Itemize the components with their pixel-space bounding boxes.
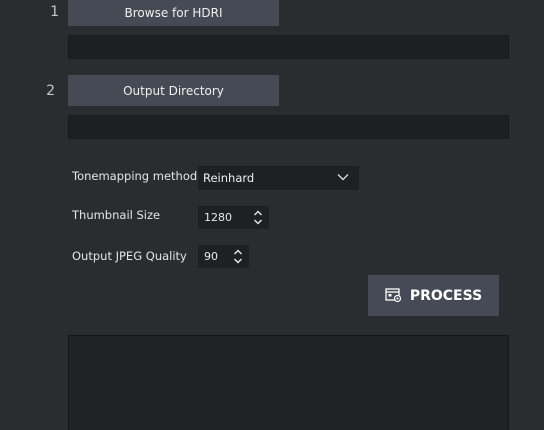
chevron-down-icon: [337, 174, 349, 181]
step-number-1: 1: [50, 4, 59, 20]
tonemapping-label: Tonemapping method:: [72, 169, 202, 183]
jpeg-quality-spinbox[interactable]: 90: [198, 245, 249, 268]
thumbnail-size-label: Thumbnail Size: [72, 208, 161, 222]
browse-hdri-button[interactable]: Browse for HDRI: [68, 0, 279, 26]
process-button[interactable]: PROCESS: [368, 275, 499, 316]
process-label: PROCESS: [409, 287, 483, 304]
jpeg-quality-label: Output JPEG Quality: [72, 249, 187, 263]
spinner-arrows-icon[interactable]: [253, 209, 263, 226]
spinner-arrows-icon[interactable]: [233, 248, 243, 265]
hdri-processor-window: 1 Browse for HDRI 2 Output Directory Ton…: [0, 0, 544, 430]
tonemapping-select[interactable]: Reinhard: [198, 166, 359, 190]
thumbnail-size-spinbox[interactable]: 1280: [198, 206, 269, 229]
process-icon: [385, 288, 401, 303]
output-directory-field[interactable]: [68, 115, 509, 139]
step-number-2: 2: [46, 83, 55, 99]
output-directory-button[interactable]: Output Directory: [68, 75, 279, 106]
hdri-path-field[interactable]: [68, 35, 509, 59]
jpeg-quality-value: 90: [204, 250, 218, 263]
log-output-area[interactable]: [68, 335, 509, 430]
thumbnail-size-value: 1280: [204, 211, 232, 224]
tonemapping-value: Reinhard: [203, 171, 255, 185]
